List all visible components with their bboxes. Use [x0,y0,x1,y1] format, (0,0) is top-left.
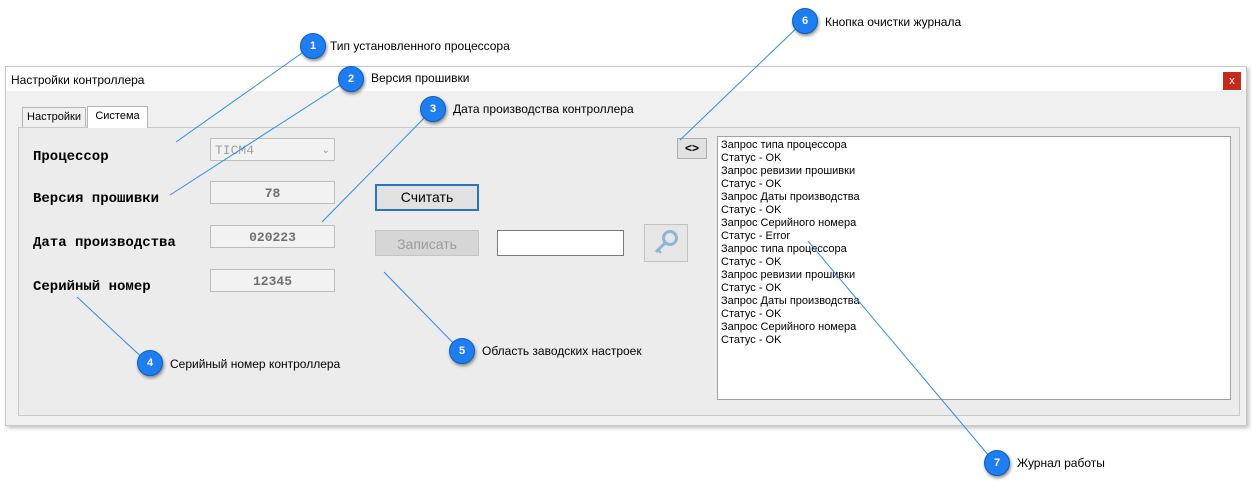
callout-text-3: Дата производства контроллера [453,102,634,116]
callout-marker-4: 4 [137,350,163,376]
callout-text-5: Область заводских настроек [482,344,642,358]
callout-marker-1: 1 [300,33,326,59]
callout-marker-3: 3 [420,96,446,122]
callout-text-2: Версия прошивки [371,71,470,85]
callout-text-1: Тип установленного процессора [330,39,510,53]
callout-text-6: Кнопка очистки журнала [825,15,962,29]
leader-line-4 [76,296,149,364]
leader-line-5 [383,271,462,352]
callout-marker-2: 2 [338,66,364,92]
callout-text-4: Серийный номер контроллера [170,357,341,371]
callout-marker-6: 6 [792,8,818,34]
tab-system[interactable]: Система [87,106,148,128]
callout-text-7: Журнал работы [1017,456,1105,470]
leader-line-1 [175,45,313,143]
leader-line-3 [321,109,433,223]
leader-line-2 [169,78,351,196]
leader-line-6 [679,20,805,141]
leader-line-7 [807,240,996,464]
callout-leader-lines [76,20,996,464]
callout-marker-5: 5 [449,338,475,364]
callout-marker-7: 7 [984,450,1010,476]
